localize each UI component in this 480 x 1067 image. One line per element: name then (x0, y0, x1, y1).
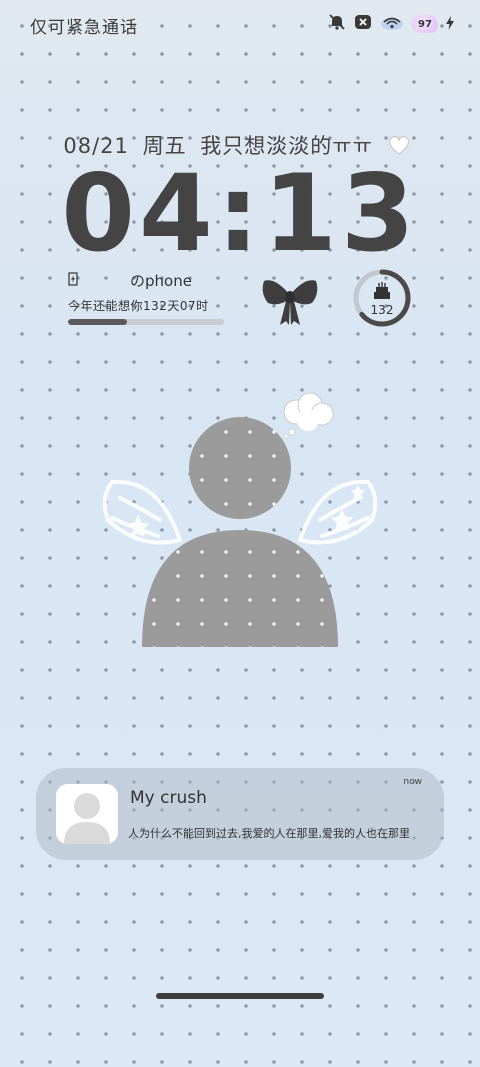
status-icons: 97 (328, 14, 454, 34)
phone-label: のphone (130, 272, 192, 290)
notification-body: 人为什么不能回到过去,我爱的人在那里,爱我的人也在那里 (128, 827, 410, 840)
battery-level: 97 (418, 18, 432, 30)
phone-label-row: のphone (68, 270, 238, 291)
contact-avatar (56, 784, 118, 844)
carrier-status-text: 仅可紧急通话 (30, 18, 138, 38)
battery-indicator: 97 (412, 15, 438, 33)
birthday-countdown-widget[interactable]: 132 (352, 268, 412, 328)
bow-icon (260, 275, 320, 331)
birthday-days: 132 (370, 303, 394, 317)
countdown-text: 今年还能想你132天07时 (68, 299, 209, 313)
countdown-progress-fill (68, 319, 128, 325)
avatar-wallpaper-art (90, 390, 390, 660)
close-box-icon (354, 13, 372, 35)
wifi-icon (380, 13, 404, 35)
mute-icon (328, 13, 346, 35)
notification-title: My crush (130, 788, 207, 808)
cake-icon (374, 282, 390, 304)
home-indicator-bar[interactable] (156, 993, 324, 999)
countdown-progress-bar (68, 319, 224, 325)
right-wing-icon (297, 479, 378, 545)
left-wing-icon (102, 479, 183, 545)
notification-time: now (403, 777, 422, 787)
status-bar: 仅可紧急通话 97 (0, 0, 480, 50)
lock-clock: 04:13 (61, 152, 419, 275)
thought-cloud-icon (283, 392, 334, 439)
phone-widget[interactable]: のphone 今年还能想你132天07时 (68, 270, 238, 325)
notification-card[interactable]: My crush now 人为什么不能回到过去,我爱的人在那里,爱我的人也在那里 (36, 768, 444, 860)
charging-bolt-icon (446, 15, 454, 34)
phone-charge-icon (68, 271, 78, 290)
